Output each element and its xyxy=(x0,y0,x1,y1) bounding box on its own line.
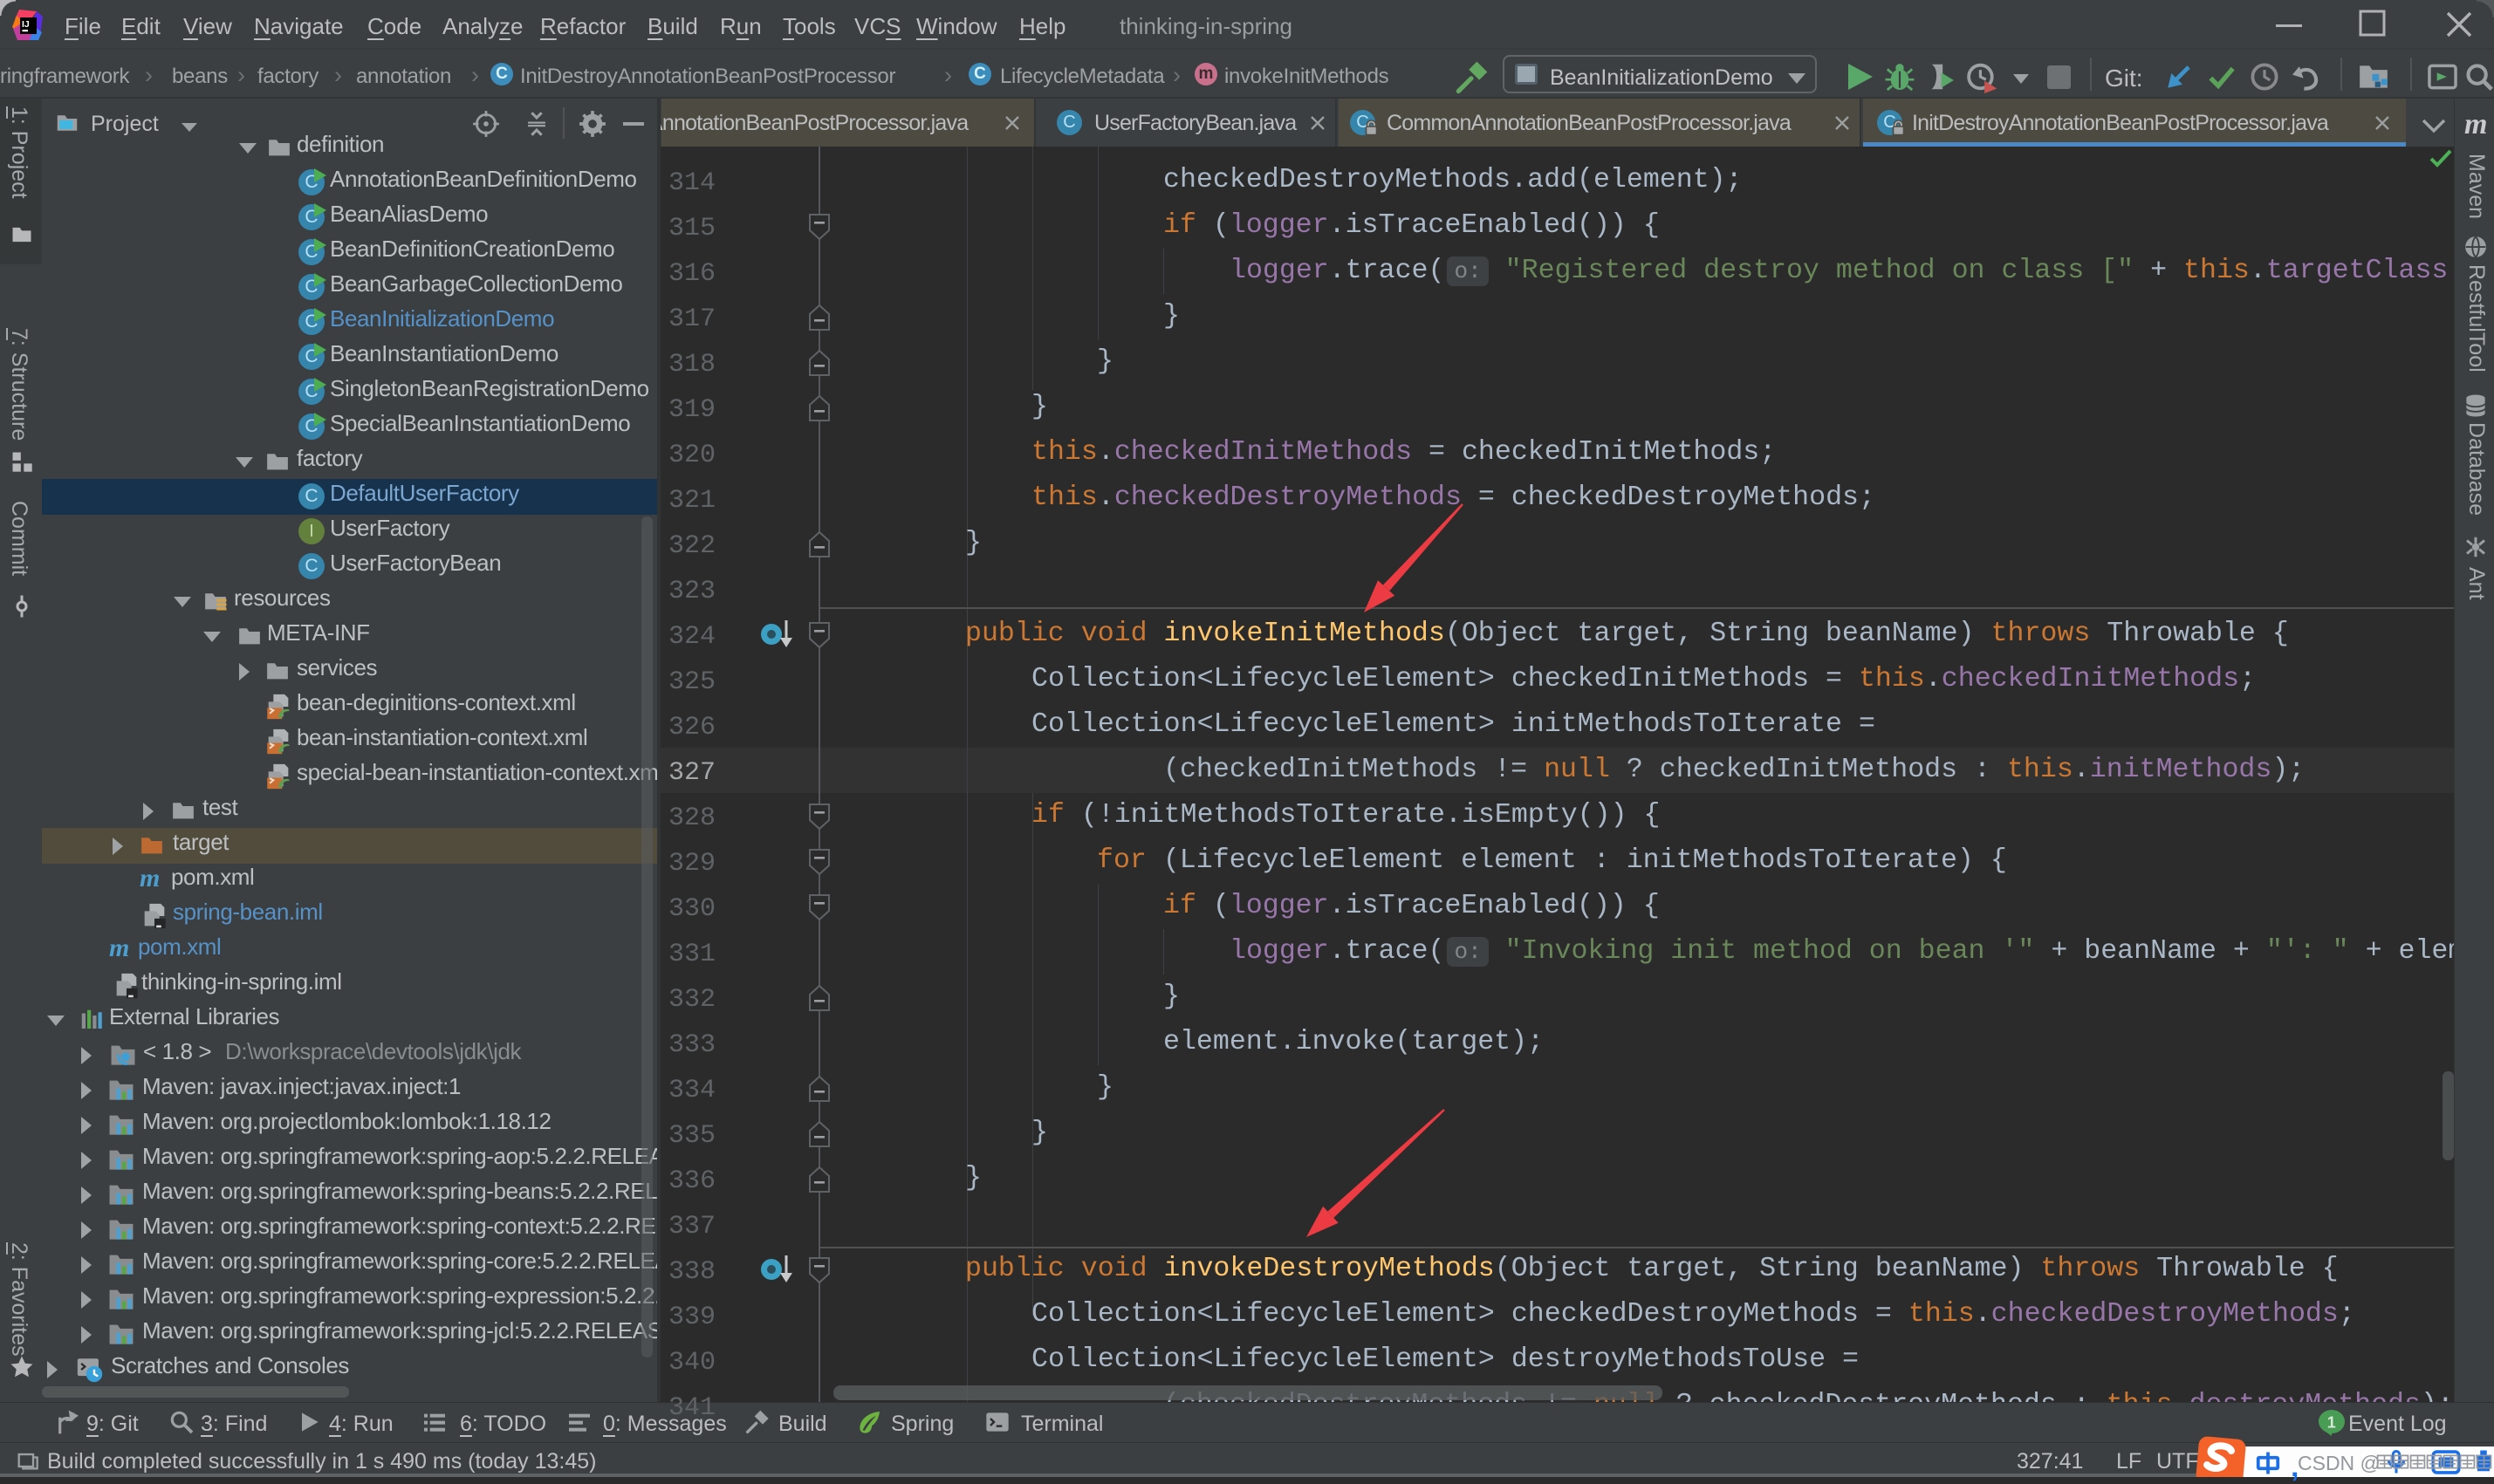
svg-text:1: 1 xyxy=(2327,1413,2336,1431)
svg-text:IJ: IJ xyxy=(22,19,30,30)
